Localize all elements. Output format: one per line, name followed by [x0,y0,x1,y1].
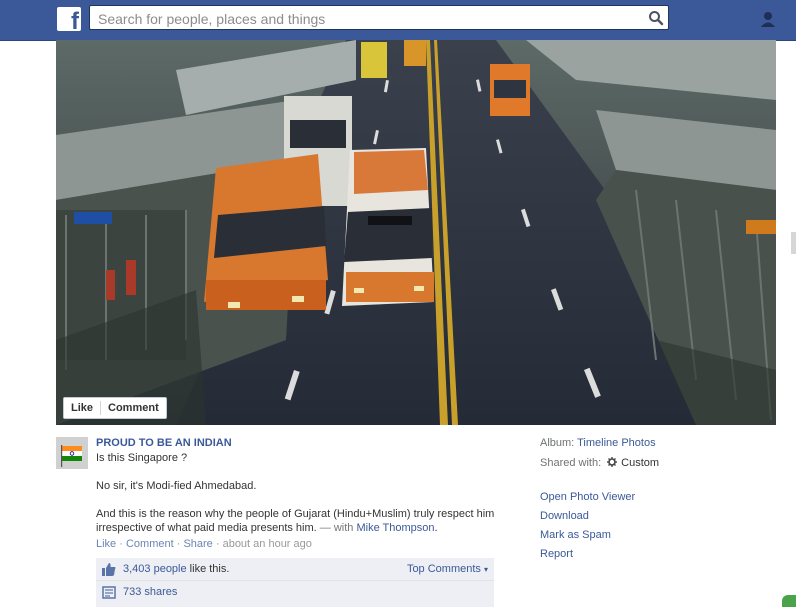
logo-letter: f [71,8,79,35]
facebook-logo-icon[interactable]: f [57,7,81,35]
likes-text: 3,403 people like this. [123,563,229,575]
likes-count-link[interactable]: 3,403 people [123,563,187,575]
post-body-line-1: No sir, it's Modi-fied Ahmedabad. [96,480,257,492]
tagged-friend-link[interactable]: Mike Thompson [356,522,434,534]
thumbs-up-icon [102,563,116,576]
album-row: Album: Timeline Photos [540,437,656,449]
likes-row: 3,403 people like this. Top Comments ▾ [96,558,494,581]
report-link[interactable]: Report [540,548,573,560]
scrollbar-thumb[interactable] [791,232,796,254]
with-prefix: — with [319,522,354,534]
search-input[interactable] [96,8,640,29]
post-share-link[interactable]: Share [183,538,212,550]
open-photo-viewer-link[interactable]: Open Photo Viewer [540,491,635,503]
post-body-line-2: And this is the reason why the people of… [96,508,495,520]
with-suffix: . [434,522,438,534]
caret-down-icon: ▾ [483,565,488,574]
album-link[interactable]: Timeline Photos [577,437,655,449]
post-caption: Is this Singapore ? [96,452,188,464]
separator-dot: · [173,538,184,550]
search-box [89,5,669,30]
post-actions: Like · Comment · Share · about an hour a… [96,538,312,550]
separator-dot: · [212,538,223,550]
photo-image[interactable] [56,40,776,425]
photo-actions: Like Comment [63,397,167,419]
post-body-text: irrespective of what paid media presents… [96,522,317,534]
shared-with-label: Shared with: [540,457,602,469]
download-link[interactable]: Download [540,510,589,522]
top-comments-label: Top Comments [406,563,481,575]
top-navigation-bar: f [0,0,796,41]
friend-requests-icon[interactable] [760,10,780,28]
separator-dot: · [116,538,126,550]
photo-like-button[interactable]: Like [64,398,101,418]
post-timestamp[interactable]: about an hour ago [223,538,312,550]
brt-corridor-photo [56,40,776,425]
post-like-link[interactable]: Like [96,538,116,550]
chat-status-badge[interactable] [782,595,796,607]
shared-with-value[interactable]: Custom [621,457,659,469]
indian-flag-icon [56,437,88,469]
page-avatar[interactable] [56,437,88,469]
search-icon[interactable] [648,10,664,26]
shares-row: 733 shares [96,581,494,603]
album-label: Album: [540,437,575,449]
likes-suffix: like this. [186,563,230,575]
page-name-link[interactable]: PROUD TO BE AN INDIAN [96,437,232,449]
shares-count-link[interactable]: 733 shares [123,586,177,598]
shared-with-row: Shared with: Custom [540,457,659,469]
post-comment-link[interactable]: Comment [126,538,174,550]
top-comments-dropdown[interactable]: Top Comments ▾ [407,563,488,575]
mark-as-spam-link[interactable]: Mark as Spam [540,529,611,541]
feedback-box: 3,403 people like this. Top Comments ▾ 7… [96,558,494,607]
post-body-line-3: irrespective of what paid media presents… [96,521,496,535]
share-icon [102,586,116,599]
privacy-gear-icon[interactable] [607,457,618,467]
photo-comment-button[interactable]: Comment [101,398,166,418]
